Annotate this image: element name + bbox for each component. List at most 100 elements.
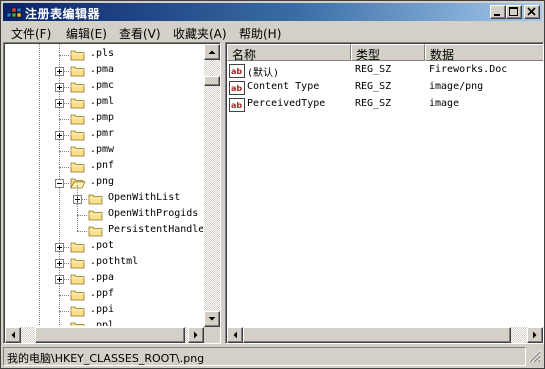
tree-item[interactable]: .pml [5,95,203,111]
tree-item[interactable]: .pmr [5,127,203,143]
tree-scroll-thumb[interactable] [204,76,220,86]
plus-icon [57,69,62,74]
value-list-pane[interactable]: 名称 类型 数据 ab (默认) REG_SZ Fireworks.Doc ab Cont… [225,42,544,344]
tree-vertical-scrollbar[interactable] [204,44,220,327]
value-name-cell: Content Type [247,81,320,92]
value-list: ab (默认) REG_SZ Fireworks.Doc ab Content Type R… [227,61,543,327]
tree-item[interactable]: OpenWithList [5,191,203,207]
tree-item-label: .pma [90,64,115,75]
plus-icon [57,277,62,282]
tree-connector-line [59,119,69,120]
plus-icon [57,85,62,90]
folder-icon [88,194,103,205]
tree-item[interactable]: .png [5,175,203,191]
folder-open-icon [70,178,86,189]
tree-item[interactable]: .ppa [5,271,203,287]
expand-toggle[interactable] [55,83,64,92]
menu-edit[interactable]: 编辑(E) [66,25,107,42]
value-row[interactable]: ab (默认) REG_SZ Fireworks.Doc [227,63,537,79]
tree-item-label: .pot [90,240,115,251]
minimize-icon [494,14,500,16]
menu-favorites[interactable]: 收藏夹(A) [173,25,227,42]
tree-item[interactable]: .pmw [5,143,203,159]
tree-scroll-up-button[interactable] [204,44,220,60]
tree-connector-line [59,167,69,168]
collapse-toggle[interactable] [55,179,64,188]
title-bar[interactable]: 注册表编辑器 [3,3,542,21]
status-path: 我的电脑\HKEY_CLASSES_ROOT\.png [7,352,205,365]
expand-toggle[interactable] [55,275,64,284]
menu-view[interactable]: 查看(V) [119,25,161,42]
tree-connector-line [59,311,69,312]
maximize-icon [509,7,518,16]
column-header-type[interactable]: 类型 [351,44,425,62]
menu-file[interactable]: 文件(F) [11,25,51,42]
tree-item[interactable]: .pls [5,47,203,63]
tree-connector-line [59,151,69,152]
tree-item-label: .pmp [90,112,115,123]
column-header-data[interactable]: 数据 [425,44,543,62]
tree-item-label: .pnf [90,160,115,171]
value-data-cell: image [429,98,460,109]
value-row[interactable]: ab Content Type REG_SZ image/png [227,80,537,96]
folder-icon [70,146,85,157]
tree-item[interactable]: .ppl [5,319,203,326]
tree-scroll-down-button[interactable] [204,311,220,327]
tree-item[interactable]: .pmc [5,79,203,95]
expand-toggle[interactable] [55,131,64,140]
scrollbar-corner [204,327,220,343]
menu-bar: 文件(F) 编辑(E) 查看(V) 收藏夹(A) 帮助(H) [3,23,542,42]
tree-hscroll-thumb[interactable] [35,327,185,343]
folder-icon [70,50,85,61]
resize-grip-icon[interactable] [528,350,541,363]
arrow-up-icon [208,50,216,54]
list-scroll-right-button[interactable] [527,327,543,343]
maximize-button[interactable] [506,5,522,19]
minus-icon [57,183,62,184]
folder-icon [70,130,85,141]
value-type-cell: REG_SZ [355,64,392,75]
tree-item-label: PersistentHandle [108,224,203,235]
arrow-right-icon [194,331,198,339]
svg-text:ab: ab [231,84,242,93]
tree-item[interactable]: .pnf [5,159,203,175]
key-tree: .pls .pma .pmc .pml .pmp .pmr .pmw .pnf .png Open… [5,44,203,326]
registry-editor-window: 注册表编辑器 文件(F) 编辑(E) 查看(V) 收藏夹(A) 帮助(H) .p… [0,0,545,369]
tree-item-label: .ppl [90,320,115,326]
tree-item-label: .pmr [90,128,115,139]
key-tree-pane[interactable]: .pls .pma .pmc .pml .pmp .pmr .pmw .pnf .png Open… [3,42,221,344]
plus-icon [57,261,62,266]
tree-item[interactable]: .pma [5,63,203,79]
close-button[interactable] [524,5,540,19]
folder-icon [70,258,85,269]
tree-scroll-left-button[interactable] [5,327,21,343]
tree-connector-line [77,185,78,231]
plus-icon [57,245,62,250]
folder-icon [70,322,85,326]
tree-item[interactable]: .pmp [5,111,203,127]
tree-item[interactable]: .pothtml [5,255,203,271]
tree-scroll-right-button[interactable] [188,327,204,343]
tree-item-label: .pml [90,96,115,107]
tree-item-label: .pmw [90,144,115,155]
tree-item[interactable]: .pot [5,239,203,255]
column-header-name[interactable]: 名称 [227,44,351,62]
list-hscroll-thumb[interactable] [243,327,511,343]
value-row[interactable]: ab PerceivedType REG_SZ image [227,97,537,113]
minimize-button[interactable] [490,5,506,19]
expand-toggle[interactable] [55,243,64,252]
expand-toggle[interactable] [55,99,64,108]
tree-item[interactable]: .ppi [5,303,203,319]
tree-item[interactable]: .ppf [5,287,203,303]
folder-icon [70,274,85,285]
expand-toggle[interactable] [55,67,64,76]
svg-text:ab: ab [231,67,242,76]
menu-help[interactable]: 帮助(H) [239,25,281,42]
list-scroll-left-button[interactable] [227,327,243,343]
tree-item[interactable]: PersistentHandle [5,223,203,239]
expand-toggle[interactable] [55,259,64,268]
tree-connector-line [77,215,87,216]
tree-item[interactable]: OpenWithProgids [5,207,203,223]
value-type-cell: REG_SZ [355,81,392,92]
folder-icon [70,162,85,173]
